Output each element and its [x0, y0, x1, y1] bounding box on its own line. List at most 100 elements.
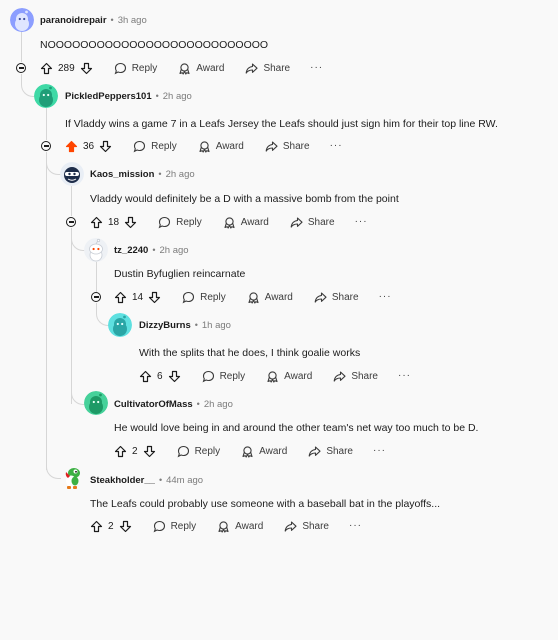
reply-button[interactable]: Reply — [158, 216, 202, 229]
reply-button[interactable]: Reply — [114, 62, 157, 75]
share-button[interactable]: Share — [290, 216, 335, 229]
reply-button[interactable]: Reply — [177, 445, 220, 458]
username[interactable]: paranoidrepair — [40, 15, 107, 26]
username[interactable]: PickledPeppers101 — [65, 91, 152, 102]
downvote-icon[interactable] — [168, 370, 181, 383]
thread-line[interactable] — [21, 32, 22, 62]
thread-connector — [21, 74, 34, 97]
downvote-icon[interactable] — [143, 445, 156, 458]
share-button[interactable]: Share — [314, 291, 359, 304]
award-icon — [267, 370, 278, 383]
share-label: Share — [326, 445, 353, 457]
meta-separator: • — [152, 245, 156, 255]
timestamp[interactable]: 44m ago — [166, 475, 203, 486]
more-options-button[interactable]: ··· — [349, 521, 362, 531]
share-button[interactable]: Share — [265, 140, 310, 153]
avatar[interactable] — [60, 466, 84, 490]
downvote-icon[interactable] — [119, 520, 132, 533]
timestamp[interactable]: 2h ago — [166, 169, 195, 180]
collapse-button[interactable] — [16, 63, 26, 73]
award-icon — [248, 291, 259, 304]
upvote-icon[interactable] — [114, 445, 127, 458]
downvote-icon[interactable] — [99, 140, 112, 153]
upvote-icon-active[interactable] — [65, 140, 78, 153]
timestamp[interactable]: 3h ago — [118, 15, 147, 26]
reply-button[interactable]: Reply — [202, 370, 245, 383]
downvote-icon[interactable] — [124, 216, 137, 229]
username[interactable]: Kaos_mission — [90, 169, 154, 180]
avatar[interactable] — [84, 391, 108, 415]
thread-line[interactable] — [46, 152, 47, 470]
comment-body: If Vladdy wins a game 7 in a Leafs Jerse… — [65, 118, 498, 130]
share-button[interactable]: Share — [245, 62, 290, 75]
username[interactable]: DizzyBurns — [139, 320, 191, 331]
avatar[interactable] — [10, 8, 34, 32]
reply-button[interactable]: Reply — [182, 291, 226, 304]
reply-icon — [158, 216, 171, 228]
vote-count: 6 — [157, 370, 163, 382]
meta-separator: • — [196, 399, 200, 409]
more-options-button[interactable]: ··· — [373, 446, 386, 456]
thread-line[interactable] — [71, 228, 72, 404]
username[interactable]: Steakholder__ — [90, 475, 155, 486]
upvote-icon[interactable] — [114, 291, 127, 304]
downvote-icon[interactable] — [148, 291, 161, 304]
upvote-icon[interactable] — [40, 62, 53, 75]
reply-button[interactable]: Reply — [153, 520, 196, 533]
share-button[interactable]: Share — [284, 520, 329, 533]
reply-icon — [177, 445, 189, 457]
upvote-icon[interactable] — [90, 216, 103, 229]
award-icon — [179, 62, 190, 75]
award-button[interactable]: Award — [178, 62, 224, 75]
upvote-icon[interactable] — [90, 520, 103, 533]
avatar[interactable] — [34, 84, 58, 108]
downvote-icon[interactable] — [80, 62, 93, 75]
vote-count: 289 — [58, 62, 75, 74]
award-icon — [199, 140, 210, 153]
award-button[interactable]: Award — [217, 520, 263, 533]
timestamp[interactable]: 2h ago — [163, 91, 192, 102]
more-options-button[interactable]: ··· — [379, 292, 392, 302]
share-icon — [314, 291, 327, 303]
timestamp[interactable]: 2h ago — [160, 245, 189, 256]
share-icon — [265, 140, 278, 152]
more-options-button[interactable]: ··· — [398, 371, 411, 381]
share-label: Share — [282, 140, 310, 152]
vote-control: 6 — [139, 370, 181, 383]
reply-button[interactable]: Reply — [133, 140, 177, 153]
avatar[interactable] — [60, 162, 84, 186]
share-label: Share — [263, 62, 291, 74]
username[interactable]: CultivatorOfMass — [114, 399, 193, 410]
avatar[interactable] — [108, 313, 132, 337]
award-button[interactable]: Award — [223, 216, 269, 229]
award-label: Award — [235, 520, 264, 532]
share-button[interactable]: Share — [333, 370, 378, 383]
share-icon — [333, 370, 346, 382]
award-label: Award — [264, 291, 293, 303]
more-options-button[interactable]: ··· — [330, 141, 343, 151]
award-button[interactable]: Award — [247, 291, 293, 304]
timestamp[interactable]: 1h ago — [202, 320, 231, 331]
vote-count: 36 — [83, 140, 95, 152]
award-button[interactable]: Award — [266, 370, 312, 383]
teal-snoo-icon — [34, 84, 58, 108]
thread-line[interactable] — [96, 262, 97, 292]
comment-body: With the splits that he does, I think go… — [139, 347, 361, 359]
more-options-button[interactable]: ··· — [355, 217, 368, 227]
avatar[interactable] — [84, 238, 108, 262]
thread-line[interactable] — [71, 186, 72, 216]
vote-control: 2 — [114, 445, 156, 458]
thread-line[interactable] — [46, 108, 47, 140]
timestamp[interactable]: 2h ago — [204, 399, 233, 410]
white-snoo-icon — [84, 238, 108, 262]
share-button[interactable]: Share — [308, 445, 353, 458]
upvote-icon[interactable] — [139, 370, 152, 383]
collapse-button[interactable] — [41, 141, 51, 151]
more-options-button[interactable]: ··· — [310, 63, 323, 73]
username[interactable]: tz_2240 — [114, 245, 148, 256]
award-button[interactable]: Award — [241, 445, 287, 458]
meta-separator: • — [110, 15, 114, 25]
collapse-button[interactable] — [91, 292, 101, 302]
award-button[interactable]: Award — [198, 140, 244, 153]
collapse-button[interactable] — [66, 217, 76, 227]
